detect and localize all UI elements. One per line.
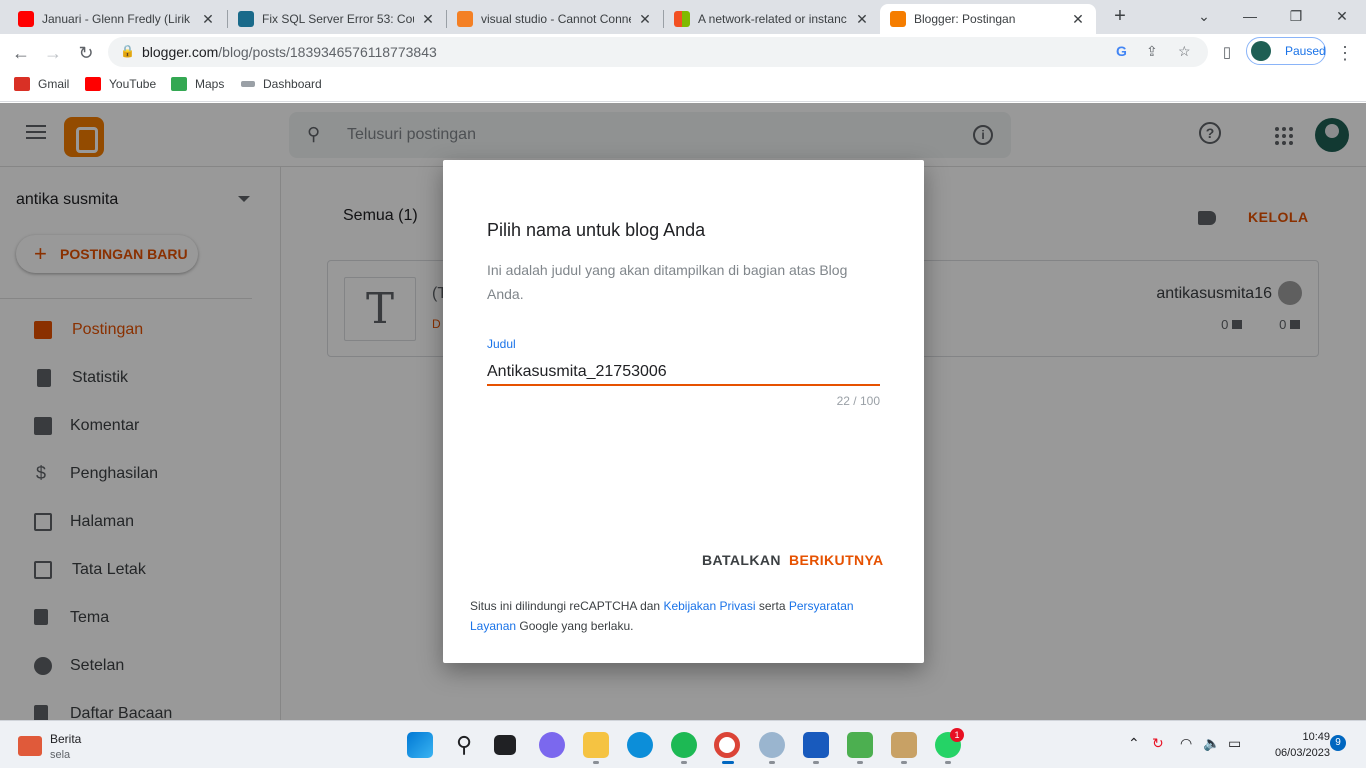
url-text: blogger.com/blog/posts/18393465761187738… bbox=[142, 44, 437, 60]
battery-icon[interactable]: ▭ bbox=[1228, 735, 1241, 752]
edge-icon[interactable] bbox=[627, 732, 653, 758]
back-icon[interactable]: ← bbox=[8, 40, 34, 66]
side-panel-icon[interactable]: ▯ bbox=[1214, 40, 1240, 66]
notification-badge[interactable]: 9 bbox=[1330, 735, 1346, 751]
maps-icon bbox=[171, 77, 187, 91]
chevron-up-icon[interactable]: ⌃ bbox=[1128, 735, 1140, 752]
sync-icon[interactable]: ↻ bbox=[1152, 735, 1164, 752]
windows-start-icon[interactable] bbox=[407, 732, 433, 758]
tab-sql-error[interactable]: Fix SQL Server Error 53: Coul ✕ bbox=[228, 4, 446, 34]
file-explorer-icon[interactable] bbox=[583, 732, 609, 758]
settings-app-icon[interactable] bbox=[759, 732, 785, 758]
news-widget[interactable]: Berita sela bbox=[18, 731, 81, 763]
wifi-icon[interactable]: ◠ bbox=[1180, 735, 1192, 752]
tab-title: Januari - Glenn Fredly (Lirik L bbox=[42, 12, 194, 26]
news-icon bbox=[18, 736, 42, 756]
forward-icon[interactable]: → bbox=[40, 40, 66, 66]
dialog-description: Ini adalah judul yang akan ditampilkan d… bbox=[487, 262, 848, 302]
archive-icon[interactable] bbox=[891, 732, 917, 758]
bookmark-dashboard[interactable]: Dashboard bbox=[241, 77, 322, 91]
tool-icon[interactable] bbox=[847, 732, 873, 758]
time-text: 10:49 bbox=[1302, 731, 1330, 743]
windows-taskbar: Berita sela ⚲ 1 ⌃ ↻ ◠ 🔈 ▭ 10:49 06/03/202… bbox=[0, 720, 1366, 768]
cancel-button[interactable]: BATALKAN bbox=[702, 552, 781, 568]
avatar bbox=[1251, 41, 1271, 61]
url-bar[interactable]: 🔒 blogger.com/blog/posts/183934657611877… bbox=[108, 37, 1208, 67]
tab-blogger[interactable]: Blogger: Postingan ✕ bbox=[880, 4, 1096, 34]
minimize-button[interactable]: — bbox=[1230, 4, 1270, 28]
tab-youtube[interactable]: Januari - Glenn Fredly (Lirik L ✕ bbox=[8, 4, 226, 34]
stackoverflow-icon bbox=[457, 11, 473, 27]
reload-icon[interactable]: ↻ bbox=[73, 40, 99, 66]
gmail-icon bbox=[14, 77, 30, 91]
tab-title: A network-related or instanc bbox=[698, 12, 847, 26]
bookmarks-bar: Gmail YouTube Maps Dashboard bbox=[0, 70, 1366, 102]
char-counter: 22 / 100 bbox=[836, 394, 880, 408]
dialog-title: Pilih nama untuk blog Anda bbox=[487, 220, 706, 240]
date-text: 06/03/2023 bbox=[1274, 747, 1330, 759]
close-icon[interactable]: ✕ bbox=[200, 11, 216, 28]
lock-icon: 🔒 bbox=[120, 44, 135, 58]
tab-stackoverflow[interactable]: visual studio - Cannot Conne ✕ bbox=[447, 4, 663, 34]
browser-tab-bar: Januari - Glenn Fredly (Lirik L ✕ Fix SQ… bbox=[0, 0, 1366, 34]
google-translate-icon[interactable]: G bbox=[1116, 43, 1127, 59]
youtube-icon bbox=[85, 77, 101, 91]
close-icon[interactable]: ✕ bbox=[1070, 11, 1086, 28]
dashboard-icon bbox=[241, 81, 255, 87]
bookmark-maps[interactable]: Maps bbox=[171, 77, 224, 91]
close-icon[interactable]: ✕ bbox=[420, 11, 436, 28]
title-field-label: Judul bbox=[487, 337, 516, 351]
whatsapp-badge: 1 bbox=[950, 728, 964, 742]
next-button[interactable]: BERIKUTNYA bbox=[789, 552, 884, 568]
bookmark-youtube[interactable]: YouTube bbox=[85, 77, 156, 91]
menu-icon[interactable]: ⋮ bbox=[1332, 40, 1358, 66]
address-bar-row: ← → ↻ 🔒 blogger.com/blog/posts/183934657… bbox=[0, 34, 1366, 70]
spotify-icon[interactable] bbox=[671, 732, 697, 758]
t-site-icon bbox=[238, 11, 254, 27]
tab-title: visual studio - Cannot Conne bbox=[481, 12, 631, 26]
tab-search-icon[interactable]: ⌄ bbox=[1184, 4, 1224, 28]
volume-icon[interactable]: 🔈 bbox=[1203, 735, 1220, 752]
clock[interactable]: 10:49 06/03/2023 bbox=[1254, 729, 1330, 761]
close-window-button[interactable]: ✕ bbox=[1322, 4, 1362, 28]
blogger-icon bbox=[890, 11, 906, 27]
tab-title: Blogger: Postingan bbox=[914, 12, 1016, 26]
youtube-icon bbox=[18, 11, 34, 27]
profile-button[interactable]: Paused bbox=[1246, 37, 1326, 65]
share-icon[interactable]: ⇪ bbox=[1146, 43, 1158, 60]
close-icon[interactable]: ✕ bbox=[854, 11, 870, 28]
restore-button[interactable]: ❐ bbox=[1276, 4, 1316, 28]
word-icon[interactable] bbox=[803, 732, 829, 758]
chat-icon[interactable] bbox=[539, 732, 565, 758]
microsoft-icon bbox=[674, 11, 690, 27]
star-icon[interactable]: ☆ bbox=[1178, 43, 1191, 60]
task-view-icon[interactable] bbox=[494, 735, 516, 755]
blog-name-dialog: Pilih nama untuk blog Anda Ini adalah ju… bbox=[443, 160, 924, 663]
new-tab-button[interactable]: + bbox=[1100, 4, 1140, 28]
tab-title: Fix SQL Server Error 53: Coul bbox=[262, 12, 414, 26]
bookmark-gmail[interactable]: Gmail bbox=[14, 77, 69, 91]
close-icon[interactable]: ✕ bbox=[637, 11, 653, 28]
recaptcha-notice: Situs ini dilindungi reCAPTCHA dan Kebij… bbox=[470, 599, 854, 633]
chrome-icon[interactable] bbox=[714, 732, 740, 758]
title-input[interactable] bbox=[487, 360, 880, 386]
tab-microsoft[interactable]: A network-related or instanc ✕ bbox=[664, 4, 880, 34]
profile-status: Paused bbox=[1285, 44, 1326, 58]
privacy-policy-link[interactable]: Kebijakan Privasi bbox=[663, 599, 755, 613]
search-icon[interactable]: ⚲ bbox=[451, 732, 477, 758]
